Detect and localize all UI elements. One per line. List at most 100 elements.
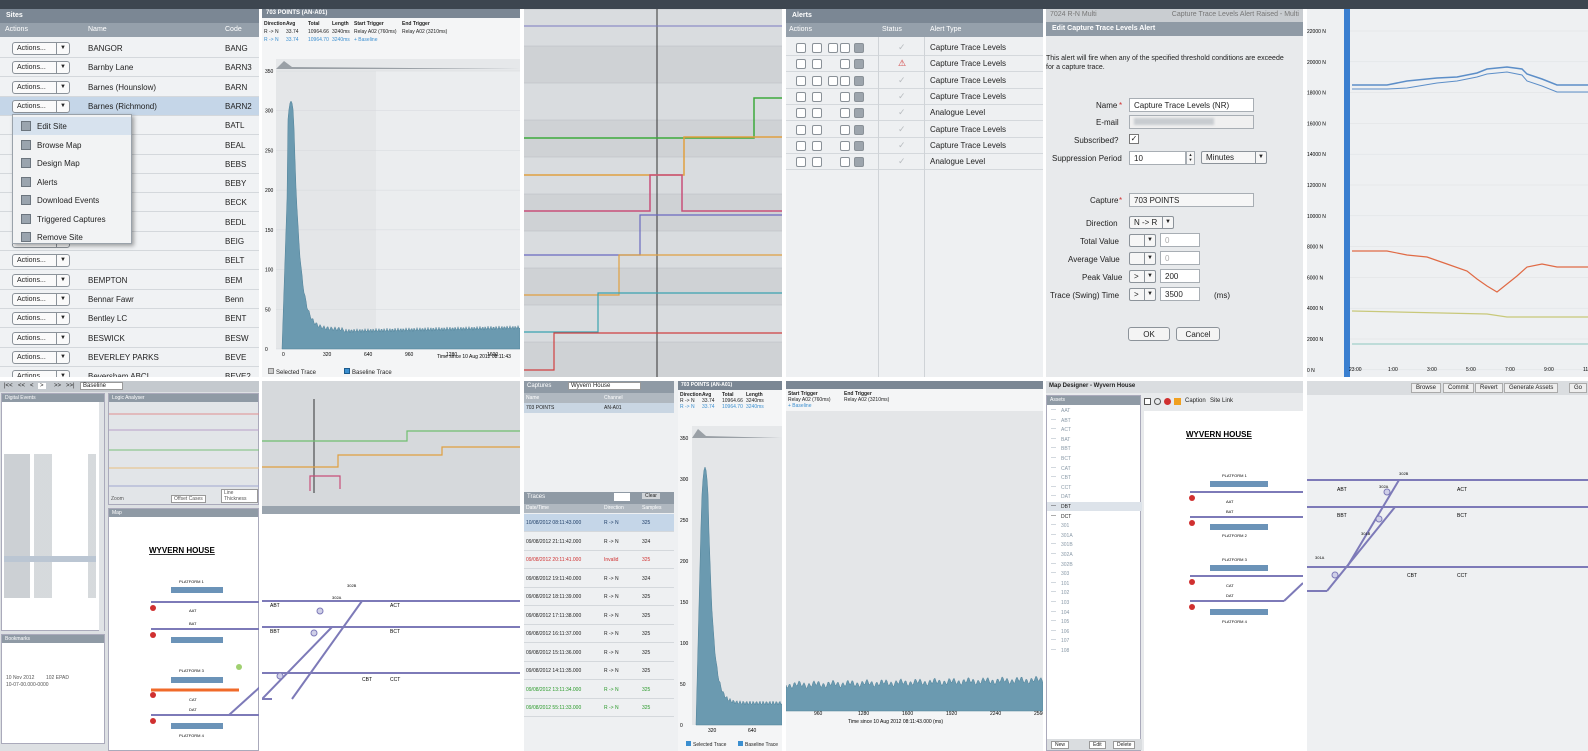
average-value-input[interactable]: 0 [1160,251,1200,265]
ok-button[interactable]: OK [1128,327,1170,341]
trace-row[interactable]: 09/08/2012 19:11:40.000 R -> N 324 [524,570,674,588]
trace-row[interactable]: 09/08/2012 14:11:35.000 R -> N 325 [524,662,674,680]
delete-icon[interactable] [854,157,864,168]
asset-item[interactable]: — ABT [1047,416,1142,425]
trace-row[interactable]: 09/08/2012 55:11:33.000 R -> N 325 [524,699,674,717]
edit-icon[interactable] [812,43,822,53]
circle-tool-icon[interactable] [1154,398,1161,405]
name-input[interactable]: Capture Trace Levels (NR) [1129,98,1254,112]
nav-prev[interactable]: < [30,383,34,389]
delete-icon[interactable] [854,140,864,151]
edit-icon[interactable] [796,108,806,119]
pause-icon[interactable] [840,91,850,102]
alert-row[interactable]: ✓ Capture Trace Levels [786,122,1043,138]
digital-event-row[interactable] [4,502,96,508]
capture-input[interactable]: 703 POINTS [1129,193,1254,207]
digital-event-row[interactable] [4,592,96,598]
direction-select[interactable]: N -> R ▼ [1129,216,1174,229]
actions-dropdown[interactable]: Actions...▼ [12,312,70,326]
new-asset-button[interactable]: New [1051,741,1070,749]
digital-event-row[interactable] [4,508,96,514]
digital-event-row[interactable] [4,574,96,580]
asset-item[interactable]: — BCT [1047,454,1142,463]
asset-item[interactable]: — DBT [1047,502,1142,511]
site-row[interactable]: Actions... ▼ BELT [0,251,259,271]
peak-op-select[interactable]: > ▼ [1129,270,1156,283]
menu-item-browse-map[interactable]: Browse Map [13,136,131,154]
select-tool-icon[interactable] [1144,398,1151,405]
asset-item[interactable]: — 108 [1047,646,1142,655]
delete-icon[interactable] [854,59,864,70]
menu-item-download-events[interactable]: Download Events [13,191,131,209]
site-row[interactable]: Actions... ▼ BANGOR BANG [0,39,259,58]
go-button[interactable]: Go [1569,383,1588,393]
site-row[interactable]: Actions... ▼ BEVERLEY PARKS BEVE [0,348,259,367]
digital-event-row[interactable] [4,568,96,574]
digital-event-row[interactable] [4,586,96,592]
pause-icon[interactable] [840,75,850,86]
asset-item[interactable]: — 104 [1047,608,1142,617]
menu-item-alerts[interactable]: Alerts [13,173,131,191]
swing-time-input[interactable]: 3500 [1160,287,1200,301]
edit-icon[interactable] [812,91,822,102]
pause-icon[interactable] [840,157,850,168]
asset-item[interactable]: — CCT [1047,483,1142,492]
menu-item-remove-site[interactable]: Remove Site [13,228,131,246]
trace-row[interactable]: 09/08/2012 15:11:36.000 R -> N 325 [524,644,674,662]
asset-item[interactable]: — 301A [1047,531,1142,540]
nav-next[interactable]: > [38,383,46,389]
edit-icon[interactable] [812,124,822,135]
menu-item-edit-site[interactable]: Edit Site [13,117,131,135]
asset-item[interactable]: — 102 [1047,588,1142,597]
edit-icon[interactable] [796,124,806,135]
color-tool-icon[interactable] [1174,398,1181,405]
edit-icon[interactable] [812,157,822,168]
pause-icon[interactable] [840,124,850,135]
edit-icon[interactable] [796,75,806,86]
nav-next-fast[interactable]: >> [54,383,61,389]
alert-row[interactable]: ✓ Analogue Level [786,154,1043,171]
total-value-input[interactable]: 0 [1160,233,1200,247]
asset-item[interactable]: — 303 [1047,569,1142,578]
actions-dropdown[interactable]: Actions...▼ [12,350,70,364]
edit-icon[interactable] [796,157,806,168]
digital-event-row[interactable] [4,478,96,484]
menu-item-design-map[interactable]: Design Map [13,154,131,172]
revert-button[interactable]: Revert [1475,383,1503,393]
clear-button[interactable]: Clear [642,493,660,499]
digital-event-row[interactable] [4,460,96,466]
suppression-unit-select[interactable]: Minutes ▼ [1201,151,1267,164]
asset-item[interactable]: — DAT [1047,492,1142,501]
trace-row[interactable]: 09/08/2012 20:11:41.000 Invalid 325 [524,551,674,569]
asset-item[interactable]: — AAT [1047,406,1142,415]
nav-last[interactable]: >>| [66,383,75,389]
asset-item[interactable]: — 107 [1047,636,1142,645]
edit-icon[interactable] [812,75,822,86]
edit-icon[interactable] [796,43,806,53]
commit-button[interactable]: Commit [1443,383,1474,393]
digital-event-row[interactable] [4,496,96,502]
generate-assets-button[interactable]: Generate Assets [1504,383,1559,393]
site-row[interactable]: Actions... ▼ BEMPTON BEM [0,271,259,290]
site-row[interactable]: Actions... ▼ BESWICK BESW [0,329,259,348]
trace-row[interactable]: 09/08/2012 16:11:37.000 R -> N 325 [524,625,674,643]
trace-row[interactable]: 09/08/2012 18:11:39.000 R -> N 325 [524,588,674,606]
delete-icon[interactable] [854,124,864,135]
asset-item[interactable]: — 301 [1047,521,1142,530]
copy-icon[interactable] [828,43,838,53]
asset-item[interactable]: — 103 [1047,598,1142,607]
asset-item[interactable]: — 302B [1047,560,1142,569]
nav-first[interactable]: |<< [4,383,13,389]
pause-icon[interactable] [840,43,850,53]
alert-row[interactable]: ✓ Analogue Level [786,105,1043,122]
site-link-tool[interactable]: Site Link [1210,398,1233,404]
asset-item[interactable]: — ACT [1047,425,1142,434]
nav-prev-fast[interactable]: << [18,383,25,389]
subscribed-checkbox[interactable]: ✓ [1129,134,1139,144]
delete-icon[interactable] [854,75,864,86]
actions-dropdown[interactable]: Actions...▼ [12,99,70,113]
asset-item[interactable]: — 301B [1047,540,1142,549]
legend-baseline[interactable]: Baseline Trace [344,368,392,376]
pause-icon[interactable] [840,140,850,151]
suppression-stepper[interactable]: ▲ ▼ [1186,151,1195,165]
